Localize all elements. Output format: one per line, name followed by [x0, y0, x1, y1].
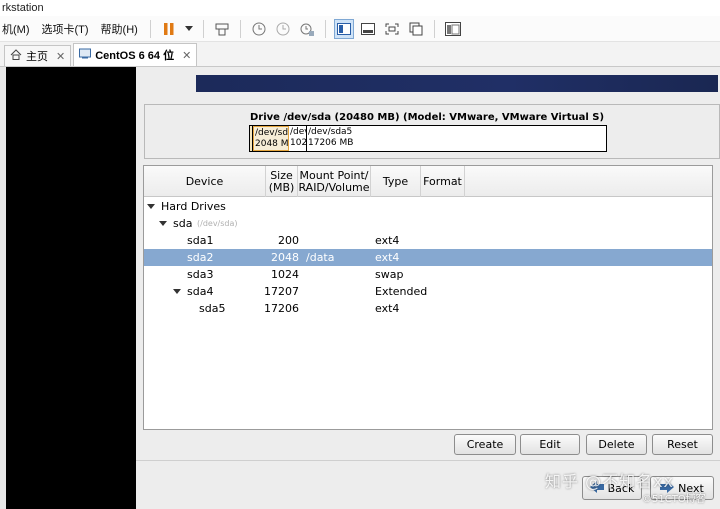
row-size: 200 [278, 234, 299, 247]
menu-help[interactable]: 帮助(H) [95, 21, 144, 37]
column-header-type[interactable]: Type [371, 166, 421, 197]
row-size: 17207 [264, 285, 299, 298]
table-header: Device Size (MB) Mount Point/ RAID/Volum… [144, 166, 712, 197]
window-title: rkstation [0, 0, 720, 16]
installer-window: Drive /dev/sda (20480 MB) (Model: VMware… [136, 67, 720, 509]
send-keys-icon[interactable] [212, 19, 232, 39]
watermark-sub: ©51CTO博客 [642, 494, 706, 505]
drive-partition-map: /dev/sda 2048 MB /dev 102 /dev/sda5 1720… [249, 125, 607, 152]
menu-tabs[interactable]: 选项卡(T) [36, 21, 95, 37]
row-type: ext4 [375, 234, 400, 247]
create-button[interactable]: Create [454, 434, 516, 455]
menu-bar: 机(M) 选项卡(T) 帮助(H) [0, 16, 720, 42]
segment-name: /dev/sda5 [308, 127, 353, 137]
table-row[interactable]: sda4 17207 Extended [144, 283, 712, 300]
drive-segment-sda2[interactable]: /dev/sda 2048 MB [253, 126, 289, 151]
close-icon[interactable]: ✕ [56, 50, 65, 63]
snapshot-icon[interactable] [249, 19, 269, 39]
segment-name: /dev/sda [255, 128, 289, 138]
thumbnail-view-icon[interactable] [358, 19, 378, 39]
column-header-device[interactable]: Device [144, 166, 266, 197]
row-device: Hard Drives [161, 200, 226, 213]
console-view-icon[interactable] [333, 18, 354, 39]
row-type: ext4 [375, 302, 400, 315]
toolbar-separator [202, 19, 204, 38]
row-mount-point: /data [306, 251, 335, 264]
row-size: 2048 [271, 251, 299, 264]
revert-snapshot-icon[interactable] [273, 19, 293, 39]
toolbar-separator [239, 19, 241, 38]
table-row[interactable]: sda (/dev/sda) [144, 215, 712, 232]
row-type: Extended [375, 285, 428, 298]
table-row[interactable]: Hard Drives [144, 198, 712, 215]
library-icon[interactable] [443, 19, 463, 39]
drive-summary: Drive /dev/sda (20480 MB) (Model: VMware… [144, 104, 720, 159]
row-size: 17206 [264, 302, 299, 315]
row-device: sda [173, 217, 193, 230]
column-header-size[interactable]: Size (MB) [266, 166, 298, 197]
table-row[interactable]: sda5 17206 ext4 [144, 300, 712, 317]
vm-display[interactable]: Drive /dev/sda (20480 MB) (Model: VMware… [0, 67, 720, 509]
vm-icon [79, 48, 92, 62]
drive-segment-sda5[interactable]: /dev/sda5 17206 MB [307, 126, 606, 151]
segment-size: 17206 MB [308, 138, 354, 148]
tab-centos[interactable]: CentOS 6 64 位 ✕ [73, 43, 198, 66]
expander-arrow-icon[interactable] [159, 221, 167, 226]
row-device-path: (/dev/sda) [197, 219, 238, 228]
reset-button[interactable]: Reset [652, 434, 713, 455]
tab-centos-label: CentOS 6 64 位 [95, 50, 175, 62]
drive-segment-sda3[interactable]: /dev 102 [289, 126, 307, 151]
segment-name: /dev [290, 127, 306, 137]
vm-left-edge [0, 67, 6, 509]
vm-left-area [0, 67, 136, 509]
tab-bar: 主页 ✕ CentOS 6 64 位 ✕ [0, 42, 720, 67]
tab-home[interactable]: 主页 ✕ [4, 45, 72, 66]
home-icon [10, 49, 22, 63]
partition-table[interactable]: Device Size (MB) Mount Point/ RAID/Volum… [143, 165, 713, 430]
drive-title: Drive /dev/sda (20480 MB) (Model: VMware… [250, 112, 605, 123]
row-type: ext4 [375, 251, 400, 264]
column-header-format[interactable]: Format [421, 166, 465, 197]
menu-vm[interactable]: 机(M) [0, 21, 36, 37]
row-size: 1024 [271, 268, 299, 281]
table-row[interactable]: sda3 1024 swap [144, 266, 712, 283]
pause-icon[interactable] [159, 19, 179, 39]
tab-home-label: 主页 [26, 51, 48, 63]
toolbar-separator [433, 19, 435, 38]
expander-arrow-icon[interactable] [147, 204, 155, 209]
segment-size: 102 [290, 138, 307, 148]
column-header-mount[interactable]: Mount Point/ RAID/Volume [298, 166, 371, 197]
toolbar-separator [324, 19, 326, 38]
row-type: swap [375, 268, 404, 281]
close-icon[interactable]: ✕ [182, 49, 191, 62]
dropdown-arrow-icon[interactable] [183, 19, 195, 39]
toolbar-separator [149, 19, 151, 38]
delete-button[interactable]: Delete [586, 434, 647, 455]
table-row[interactable]: sda2 2048/data ext4 [144, 249, 712, 266]
button-divider [136, 460, 720, 461]
full-screen-icon[interactable] [382, 19, 402, 39]
installer-banner [196, 75, 718, 92]
table-row[interactable]: sda1 200 ext4 [144, 232, 712, 249]
edit-button[interactable]: Edit [520, 434, 580, 455]
watermark: 知乎 @不知名xx [545, 472, 675, 491]
unity-icon[interactable] [406, 19, 426, 39]
segment-size: 2048 MB [255, 139, 289, 149]
snapshot-manager-icon[interactable] [297, 19, 317, 39]
